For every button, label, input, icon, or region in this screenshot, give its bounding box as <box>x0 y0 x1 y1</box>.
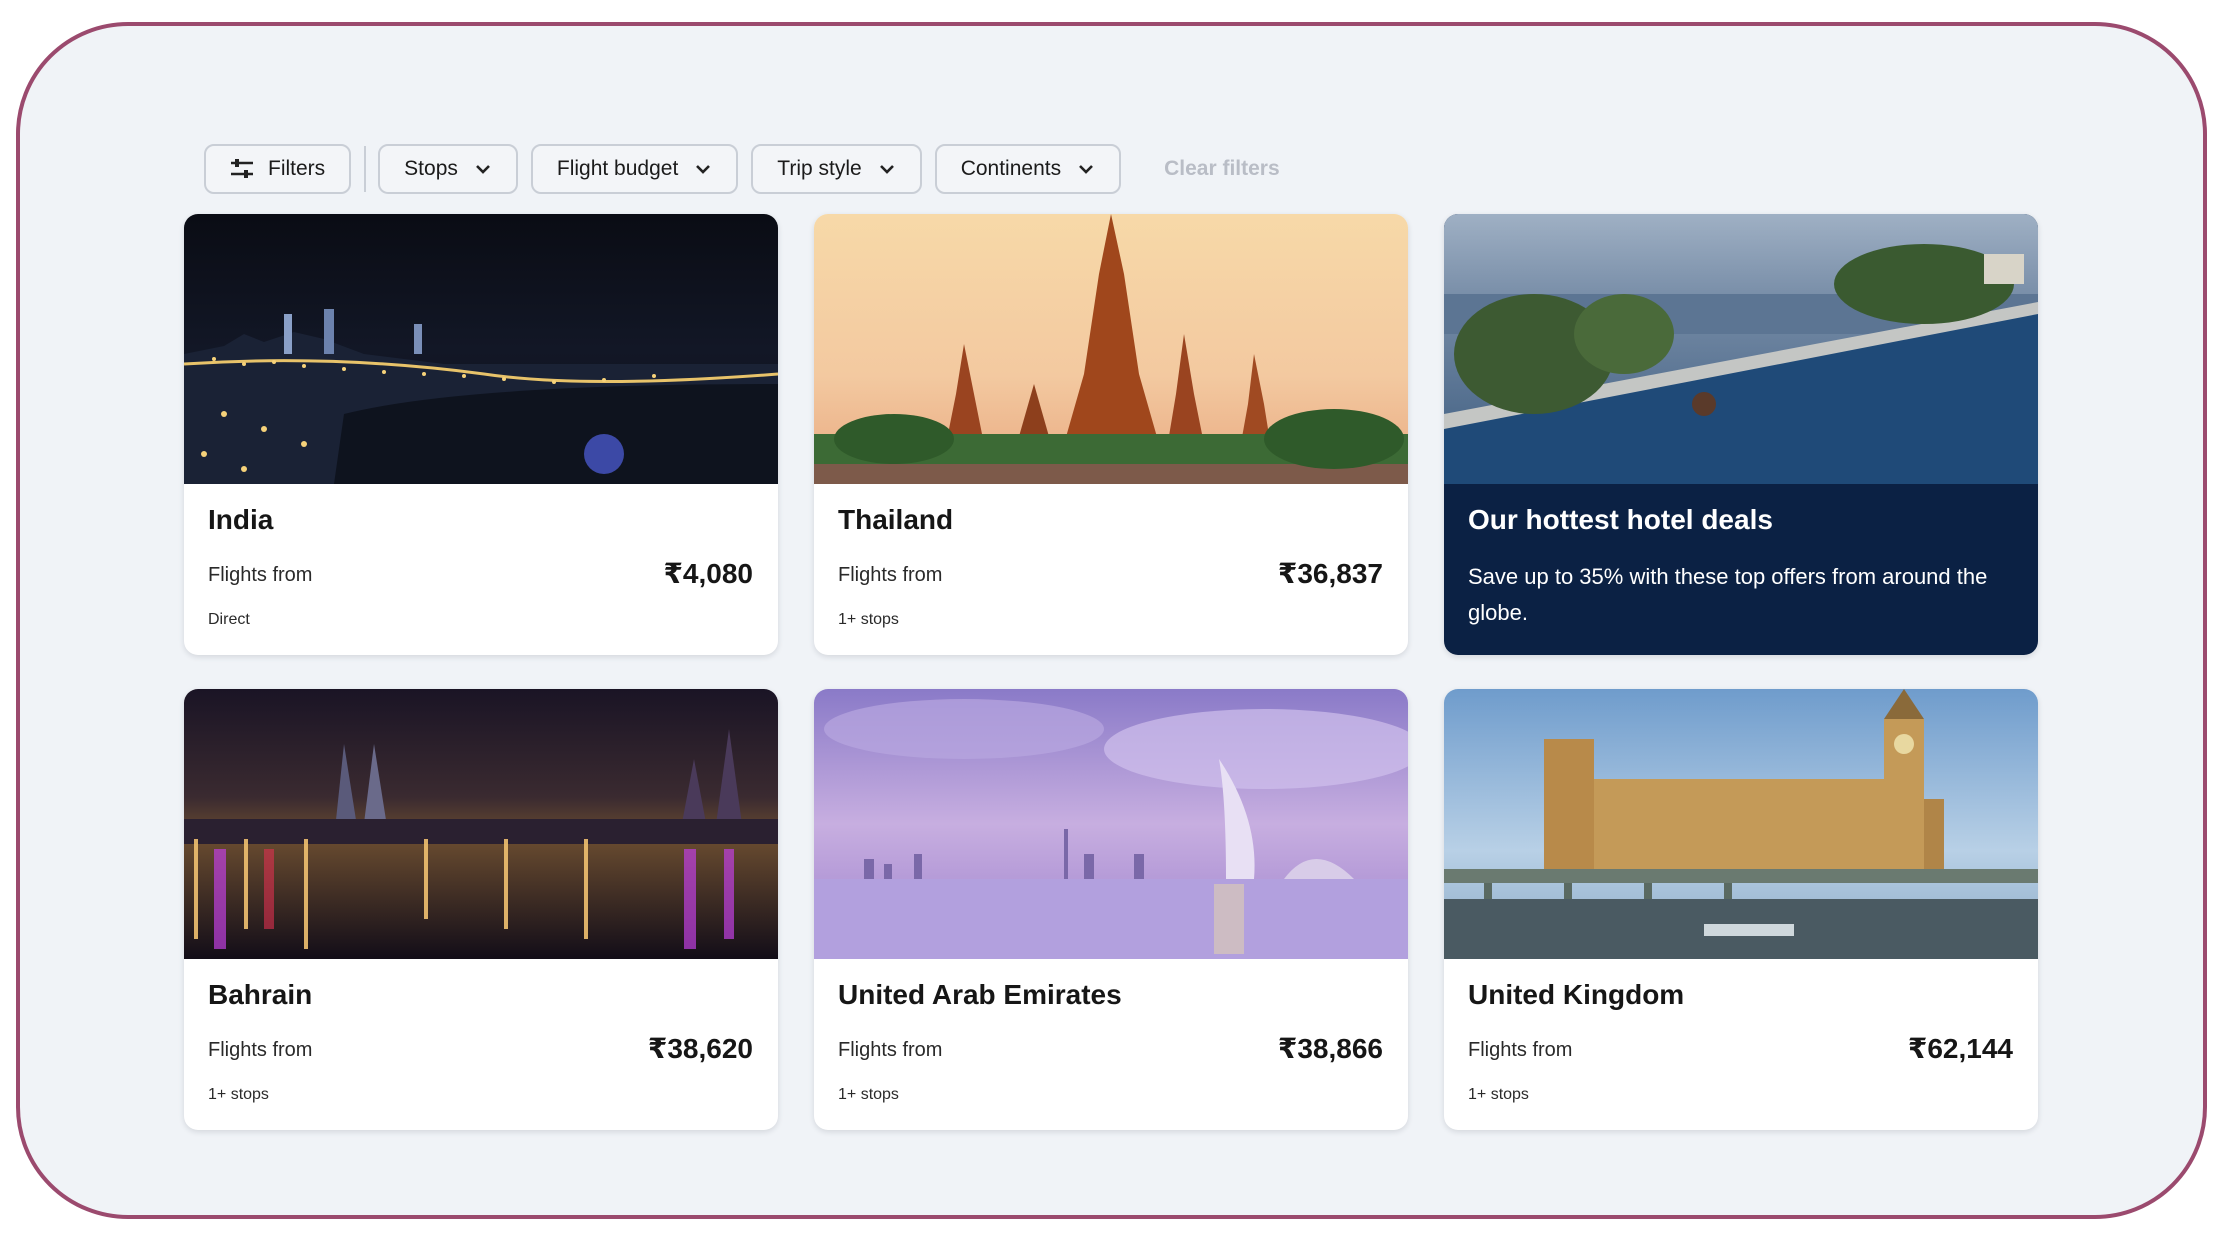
bahrain-skyline-image <box>184 689 778 959</box>
destination-card-thailand[interactable]: Thailand Flights from ₹36,837 1+ stops <box>814 214 1408 655</box>
filters-button[interactable]: Filters <box>204 144 352 194</box>
destination-card-uae[interactable]: United Arab Emirates Flights from ₹38,86… <box>814 689 1408 1130</box>
trip-style-label: Trip style <box>777 157 862 180</box>
india-city-night-image <box>184 214 778 484</box>
hotel-deals-promo-card[interactable]: Our hottest hotel deals Save up to 35% w… <box>1444 214 2038 655</box>
card-title: Bahrain <box>208 979 313 1010</box>
card-title: India <box>208 504 274 535</box>
london-parliament-image <box>1444 689 2038 959</box>
clear-filters-button[interactable]: Clear filters <box>1164 157 1280 181</box>
flights-from-label: Flights from <box>208 1039 313 1061</box>
promo-text: Save up to 35% with these top offers fro… <box>1468 564 1988 625</box>
infinity-pool-image <box>1444 214 2038 484</box>
filter-divider <box>364 146 367 192</box>
continents-dropdown[interactable]: Continents <box>934 144 1122 194</box>
filter-bar: Filters Stops Flight budget Trip style C… <box>204 144 1280 194</box>
stops-dropdown[interactable]: Stops <box>378 144 518 194</box>
card-title: Thailand <box>838 504 954 535</box>
price: ₹4,080 <box>663 558 753 589</box>
chevron-down-icon <box>694 160 712 178</box>
price: ₹38,866 <box>1277 1033 1383 1064</box>
stops-info: 1+ stops <box>208 1086 269 1103</box>
thailand-temple-image <box>814 214 1408 484</box>
stops-info: 1+ stops <box>1468 1086 1529 1103</box>
chevron-down-icon <box>474 160 492 178</box>
card-title: United Kingdom <box>1468 979 1685 1010</box>
flights-from-label: Flights from <box>838 564 943 586</box>
sliders-icon <box>230 158 254 180</box>
flights-from-label: Flights from <box>1468 1039 1573 1061</box>
chevron-down-icon <box>1077 160 1095 178</box>
flight-budget-label: Flight budget <box>556 157 679 180</box>
stops-info: 1+ stops <box>838 611 899 628</box>
chevron-down-icon <box>878 160 896 178</box>
stops-info: 1+ stops <box>838 1086 899 1103</box>
card-title: United Arab Emirates <box>838 979 1122 1010</box>
destination-card-bahrain[interactable]: Bahrain Flights from ₹38,620 1+ stops <box>184 689 778 1130</box>
destination-card-uk[interactable]: United Kingdom Flights from ₹62,144 1+ s… <box>1444 689 2038 1130</box>
promo-title: Our hottest hotel deals <box>1468 504 1773 535</box>
trip-style-dropdown[interactable]: Trip style <box>751 144 922 194</box>
stops-info: Direct <box>208 611 250 628</box>
price: ₹62,144 <box>1907 1033 2013 1064</box>
dubai-skyline-image <box>814 689 1408 959</box>
destination-card-india[interactable]: India Flights from ₹4,080 Direct <box>184 214 778 655</box>
flights-from-label: Flights from <box>838 1039 943 1061</box>
flight-budget-dropdown[interactable]: Flight budget <box>530 144 739 194</box>
continents-label: Continents <box>960 157 1062 180</box>
price: ₹38,620 <box>647 1033 753 1064</box>
filters-label: Filters <box>268 157 326 180</box>
stops-label: Stops <box>404 157 458 180</box>
flights-from-label: Flights from <box>208 564 313 586</box>
app-frame: Filters Stops Flight budget Trip style C… <box>16 22 2207 1219</box>
price: ₹36,837 <box>1277 558 1383 589</box>
